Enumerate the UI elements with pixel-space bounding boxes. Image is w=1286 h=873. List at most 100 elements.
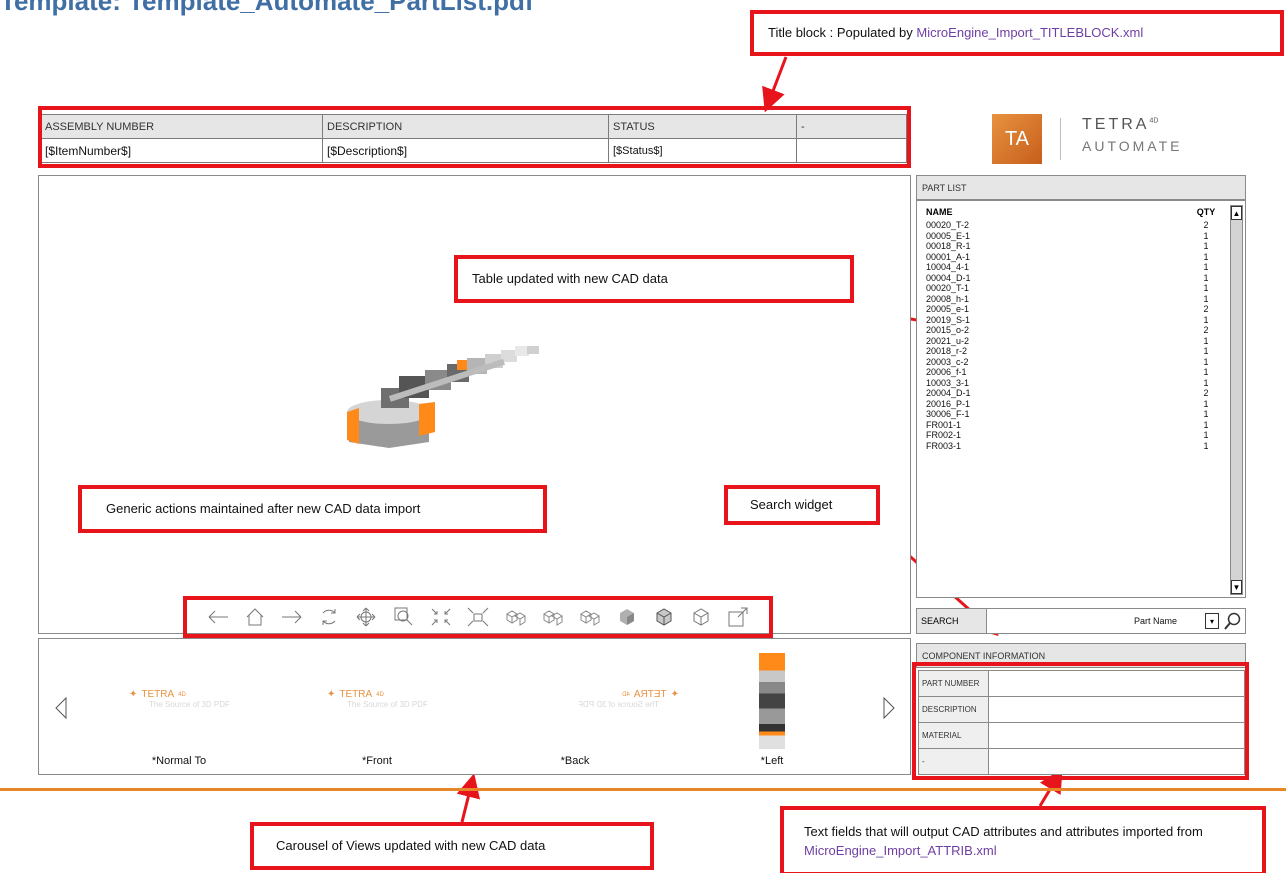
view-cube-3-icon[interactable] (577, 605, 601, 629)
shaded-icon[interactable] (615, 605, 639, 629)
part-list-row[interactable]: 20003_c-2 1 (926, 357, 1216, 368)
part-list-row[interactable]: 20005_e-1 2 (926, 304, 1216, 315)
part-list-scrollbar[interactable]: ▲ ▼ (1230, 205, 1243, 595)
footer-rule (0, 788, 1286, 791)
callout-text-fields: Text fields that will output CAD attribu… (780, 806, 1266, 873)
part-list-table: NAME QTY 00020_T-2 2 00005_E-1 1 00018_R-1 1 0… (916, 200, 1246, 598)
views-carousel: ✦ TETRA 4D The Source of 3D PDF ✦ TETRA 4D T… (38, 638, 911, 775)
part-list-row-qty: 1 (1203, 262, 1209, 272)
logo-tetra-sup: 4D (1149, 117, 1159, 125)
attrib-xml-link[interactable]: MicroEngine_Import_ATTRIB.xml (804, 843, 997, 858)
part-list-row[interactable]: 20016_P-1 1 (926, 399, 1216, 410)
view-label-left: *Left (760, 755, 784, 767)
fullscreen-icon[interactable] (726, 605, 750, 629)
part-list-row-qty: 1 (1203, 409, 1209, 419)
part-list-row[interactable]: 00004_D-1 1 (926, 273, 1216, 284)
left-view-image (759, 653, 785, 749)
part-list-row-qty: 1 (1203, 293, 1209, 304)
part-list-row-qty: 1 (1203, 346, 1209, 356)
part-list-row[interactable]: 00005_E-1 1 (926, 231, 1216, 242)
part-list-row[interactable]: 30006_F-1 1 (926, 409, 1216, 420)
home-icon[interactable] (243, 605, 267, 629)
part-list-header: PART LIST (916, 175, 1246, 200)
fit-all-icon[interactable] (429, 605, 453, 629)
part-list-row-qty: 1 (1203, 419, 1209, 430)
tetra-mini-logo-icon: ✦ (670, 689, 679, 700)
part-list-row[interactable]: 20018_r-2 1 (926, 346, 1216, 357)
part-list-row-name: 00020_T-2 (926, 220, 970, 230)
thumb-brand-text: TETRA (339, 689, 373, 700)
shaded-edges-icon[interactable] (652, 605, 676, 629)
thumb-brand-sub: The Source of 3D PDF (578, 700, 659, 709)
viewer-toolbar (185, 598, 771, 636)
part-list-row[interactable]: 20015_o-2 2 (926, 325, 1216, 336)
part-list-row-qty: 1 (1203, 241, 1209, 251)
part-list-row-name: 20021_u-2 (926, 335, 970, 346)
cad-model[interactable] (329, 346, 569, 456)
search-icon[interactable] (1223, 611, 1243, 631)
part-list-row[interactable]: 00001_A-1 1 (926, 252, 1216, 263)
part-list-row-name: 00020_T-1 (926, 283, 970, 293)
part-list-row-name: FR001-1 (926, 419, 962, 430)
part-list-row[interactable]: 10003_3-1 1 (926, 378, 1216, 389)
part-list-row-name: 00018_R-1 (926, 241, 971, 251)
part-list-row-name: 20004_D-1 (926, 388, 971, 398)
part-list-row[interactable]: 00020_T-1 1 (926, 283, 1216, 294)
part-list-row[interactable]: 20006_f-1 1 (926, 367, 1216, 378)
part-list-row[interactable]: FR002-1 1 (926, 430, 1216, 441)
callout-carousel-updated: Carousel of Views updated with new CAD d… (250, 822, 654, 870)
callout-search-widget: Search widget (724, 485, 880, 525)
part-list-row[interactable]: FR001-1 1 (926, 420, 1216, 431)
part-list-col-qty: QTY (1196, 207, 1216, 217)
tetra-mini-logo-icon: ✦ (129, 689, 138, 700)
scroll-up-icon[interactable]: ▲ (1231, 206, 1242, 220)
part-list-row-qty: 2 (1203, 220, 1209, 230)
scroll-down-icon[interactable]: ▼ (1231, 580, 1242, 594)
carousel-prev-arrow-icon[interactable] (53, 696, 69, 720)
search-input[interactable] (987, 609, 1205, 633)
rotate-icon[interactable] (317, 605, 341, 629)
carousel-next-arrow-icon[interactable] (881, 696, 897, 720)
part-list-row[interactable]: 00018_R-1 1 (926, 241, 1216, 252)
zoom-window-icon[interactable] (392, 605, 416, 629)
explode-icon[interactable] (466, 605, 490, 629)
part-list-row-name: 20006_f-1 (926, 367, 967, 377)
part-list-row[interactable]: 20021_u-2 1 (926, 336, 1216, 347)
view-label-back: *Back (560, 755, 590, 767)
part-list-row-qty: 1 (1203, 440, 1209, 451)
part-list-columns: NAME QTY (926, 207, 1216, 217)
wireframe-icon[interactable] (689, 605, 713, 629)
thumb-brand: ✦ TETRA 4D (129, 689, 299, 700)
part-list-row-qty: 1 (1203, 230, 1209, 241)
part-list-row[interactable]: 00020_T-2 2 (926, 220, 1216, 231)
view-cube-2-icon[interactable] (540, 605, 564, 629)
forward-arrow-icon[interactable] (280, 605, 304, 629)
view-thumb-normal-to[interactable]: ✦ TETRA 4D The Source of 3D PDF (129, 689, 299, 729)
thumb-brand-sub: The Source of 3D PDF (149, 700, 230, 709)
part-list-row[interactable]: 20019_S-1 1 (926, 315, 1216, 326)
view-thumb-left[interactable] (759, 653, 785, 749)
view-cube-1-icon[interactable] (503, 605, 527, 629)
part-list-row-qty: 1 (1203, 356, 1209, 367)
part-list-row-name: 20003_c-2 (926, 356, 969, 367)
search-dropdown-icon[interactable]: ▾ (1205, 613, 1219, 629)
search-widget: SEARCH ▾ (916, 608, 1246, 634)
thumb-brand-sup: 4D (622, 691, 630, 698)
thumb-brand-sub: The Source of 3D PDF (347, 700, 428, 709)
thumb-brand: ✦ TETRA 4D (327, 689, 497, 700)
part-list-row[interactable]: 20004_D-1 2 (926, 388, 1216, 399)
view-thumb-back[interactable]: ✦ TETRA 4D The Source of 3D PDF (509, 689, 679, 729)
view-thumb-front[interactable]: ✦ TETRA 4D The Source of 3D PDF (327, 689, 497, 729)
logo-wordmark-automate: AUTOMATE (1082, 138, 1183, 154)
part-list-row[interactable]: 10004_4-1 1 (926, 262, 1216, 273)
part-list-row[interactable]: 20008_h-1 1 (926, 294, 1216, 305)
3d-viewport[interactable] (38, 175, 911, 634)
pan-icon[interactable] (354, 605, 378, 629)
part-list-row-name: 20005_e-1 (926, 304, 970, 314)
callout-table-updated: Table updated with new CAD data (454, 255, 854, 303)
back-arrow-icon[interactable] (206, 605, 230, 629)
part-list-row[interactable]: FR003-1 1 (926, 441, 1216, 452)
logo-wordmark-tetra: TETRA4D (1082, 116, 1158, 134)
part-list-row-qty: 1 (1203, 314, 1209, 325)
component-info-highlight (912, 662, 1249, 780)
